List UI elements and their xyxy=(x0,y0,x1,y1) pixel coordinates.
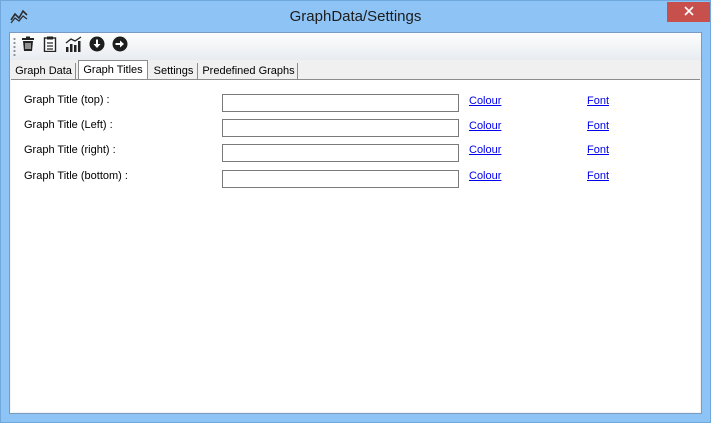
tab-predefined-graphs[interactable]: Predefined Graphs xyxy=(200,63,298,80)
graph-title-right-input[interactable] xyxy=(222,144,459,162)
forward-button[interactable] xyxy=(110,36,130,56)
toolbar xyxy=(10,33,701,61)
clipboard-icon xyxy=(42,36,58,57)
close-button[interactable] xyxy=(667,2,710,22)
close-icon xyxy=(683,3,694,21)
graph-title-left-input[interactable] xyxy=(222,119,459,137)
graph-title-left-label: Graph Title (Left) : xyxy=(24,119,113,131)
chart-button[interactable] xyxy=(64,35,84,57)
delete-button[interactable] xyxy=(18,36,38,56)
graph-title-top-colour-link[interactable]: Colour xyxy=(469,95,501,107)
graph-title-right-colour-link[interactable]: Colour xyxy=(469,144,501,156)
arrow-down-circle-icon xyxy=(89,36,105,57)
bar-chart-icon xyxy=(65,35,83,57)
graph-title-top-label: Graph Title (top) : xyxy=(24,94,110,106)
graph-title-bottom-label: Graph Title (bottom) : xyxy=(24,170,128,182)
graph-title-top-input[interactable] xyxy=(222,94,459,112)
graph-title-bottom-input[interactable] xyxy=(222,170,459,188)
tab-graph-data[interactable]: Graph Data xyxy=(12,63,76,80)
toolbar-grip[interactable] xyxy=(13,37,16,56)
graph-title-right-label: Graph Title (right) : xyxy=(24,144,116,156)
tab-settings[interactable]: Settings xyxy=(150,63,198,80)
graph-title-bottom-font-link[interactable]: Font xyxy=(587,170,609,182)
trash-icon xyxy=(20,36,36,57)
graph-title-top-font-link[interactable]: Font xyxy=(587,95,609,107)
graph-title-left-font-link[interactable]: Font xyxy=(587,120,609,132)
graph-titles-panel: Graph Title (top) : Colour Font Graph Ti… xyxy=(11,79,700,412)
graph-title-left-colour-link[interactable]: Colour xyxy=(469,120,501,132)
tab-strip: Graph Data Graph Titles Settings Predefi… xyxy=(10,60,701,80)
download-button[interactable] xyxy=(87,36,107,56)
client-area: Graph Data Graph Titles Settings Predefi… xyxy=(9,32,702,414)
arrow-right-circle-icon xyxy=(112,36,128,57)
title-bar[interactable]: GraphData/Settings xyxy=(1,1,710,32)
window-title: GraphData/Settings xyxy=(289,8,422,25)
graph-title-right-font-link[interactable]: Font xyxy=(587,144,609,156)
main-window: GraphData/Settings Graph Data Graph Titl… xyxy=(0,0,711,423)
graph-title-bottom-colour-link[interactable]: Colour xyxy=(469,170,501,182)
tab-graph-titles[interactable]: Graph Titles xyxy=(78,60,148,80)
clipboard-button[interactable] xyxy=(40,36,60,56)
